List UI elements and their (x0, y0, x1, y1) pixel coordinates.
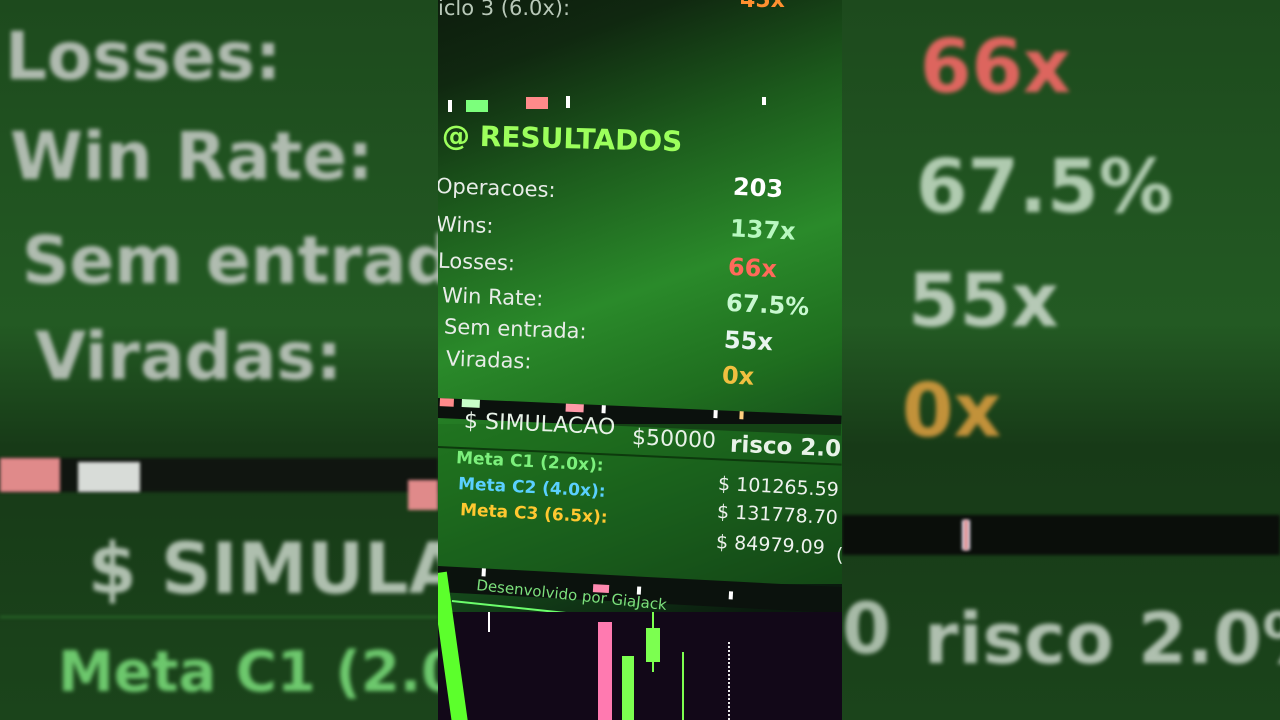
bg-risco: risco 2.0% (924, 598, 1280, 680)
meta-c3-extra: ( (836, 544, 842, 566)
sem-entrada-label: Sem entrada: (443, 314, 588, 344)
ciclo-3-label: iclo 3 (6.0x): (438, 0, 571, 20)
losses-label: Losses: (438, 248, 516, 276)
bg-divider (0, 616, 438, 618)
viradas-label: Viradas: (445, 346, 532, 374)
simulacao-risco: risco 2.0 (729, 431, 842, 463)
chart-green-border (438, 571, 470, 720)
strip-white (461, 399, 480, 408)
strip-win (466, 100, 488, 112)
viradas-value: 0x (721, 361, 755, 391)
bg-strip-white (78, 462, 140, 492)
strip-loss (526, 97, 548, 109)
strip-tick (739, 411, 744, 420)
operacoes-value: 203 (732, 172, 784, 204)
strip-tick (448, 100, 452, 112)
strip-tick (762, 97, 766, 105)
operacoes-label: Operacoes: (438, 173, 557, 203)
strip-loss (565, 403, 584, 413)
bg-strip (842, 515, 1280, 555)
winrate-value: 67.5% (725, 288, 810, 322)
bg-losses-value: 66x (920, 24, 1071, 110)
candle-marker (488, 612, 490, 632)
winrate-label: Win Rate: (441, 283, 544, 311)
bg-strip (0, 458, 438, 492)
bg-winrate-label: Win Rate: (10, 118, 374, 195)
phone-screen: iclo 3 (6.0x): 45x @ RESULTADOS Operacoe… (438, 0, 842, 720)
strip-tick (566, 96, 570, 108)
sem-entrada-value: 55x (723, 325, 774, 357)
bg-strip-red (0, 458, 60, 492)
strip-tick (728, 591, 734, 600)
candle-wick (682, 652, 684, 720)
candle-loss (598, 622, 612, 720)
bg-simulacao-label: $ SIMULACAO (88, 528, 438, 610)
candlestick-chart (438, 571, 842, 720)
strip-tick (481, 568, 486, 577)
resultados-title: @ RESULTADOS (441, 118, 683, 159)
wins-label: Wins: (438, 212, 494, 238)
chart-dotted-line (728, 642, 730, 720)
candle-wick (652, 612, 654, 672)
bg-zero: 0 (842, 588, 891, 670)
bg-sem-entrada-value: 55x (908, 258, 1059, 344)
bg-sem-entrada-label: Sem entrada: (22, 222, 438, 299)
bg-viradas-label: Viradas: (35, 318, 343, 395)
strip-white (439, 398, 454, 407)
candle-win (622, 656, 634, 720)
simulacao-capital: $50000 (631, 425, 717, 454)
ciclo-3-value: 45x (740, 0, 785, 13)
bg-strip-red (964, 520, 968, 550)
bg-losses-label: Losses: (5, 18, 282, 95)
strip-tick (713, 410, 718, 419)
bg-winrate-value: 67.5% (916, 144, 1173, 230)
strip-tick (601, 405, 606, 414)
wins-value: 137x (729, 214, 797, 246)
background-right-blur: 66x 67.5% 55x 0x 0 risco 2.0% (842, 0, 1280, 720)
bg-strip-red2 (408, 480, 438, 510)
background-left-blur: Losses: Win Rate: Sem entrada: Viradas: … (0, 0, 438, 720)
bg-meta-label: Meta C1 (2.0 (58, 640, 438, 705)
losses-value: 66x (727, 252, 778, 284)
bg-viradas-value: 0x (902, 368, 1002, 454)
